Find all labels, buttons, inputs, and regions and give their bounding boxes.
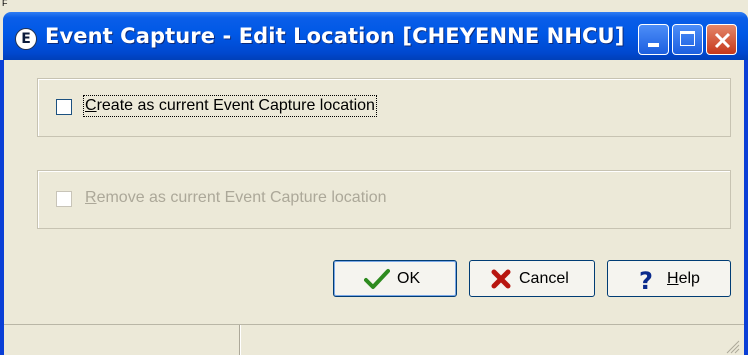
- remove-location-checkbox[interactable]: [56, 191, 72, 207]
- dialog-window: F E Event Capture - Edit Location [CHEYE…: [0, 0, 748, 355]
- remove-accel-key: R: [85, 189, 97, 206]
- create-location-checkbox[interactable]: [56, 99, 72, 115]
- resize-grip-icon[interactable]: [724, 338, 740, 354]
- remove-option-group: Remove as current Event Capture location: [37, 170, 731, 229]
- cancel-label: Cancel: [519, 270, 569, 287]
- status-panel-2: [241, 325, 744, 355]
- question-icon: ?: [639, 268, 653, 292]
- window-title: Event Capture - Edit Location [CHEYENNE …: [45, 24, 625, 48]
- help-button[interactable]: ? Help: [607, 260, 731, 297]
- remove-location-label[interactable]: Remove as current Event Capture location: [85, 189, 387, 207]
- minimize-icon: [648, 43, 659, 47]
- help-label: Help: [667, 270, 700, 287]
- create-option-group: Create as current Event Capture location: [37, 78, 731, 137]
- maximize-icon: [680, 31, 695, 46]
- create-label-text: reate as current Event Capture location: [96, 97, 375, 114]
- cancel-button[interactable]: Cancel: [469, 260, 595, 297]
- remove-label-text: emove as current Event Capture location: [96, 189, 387, 206]
- ok-button[interactable]: OK: [333, 260, 457, 297]
- create-location-label[interactable]: Create as current Event Capture location: [83, 95, 377, 117]
- x-icon: [491, 269, 511, 289]
- svg-text:?: ?: [639, 268, 653, 292]
- close-icon: [714, 32, 731, 49]
- minimize-button[interactable]: [638, 24, 669, 55]
- ok-label: OK: [397, 270, 421, 287]
- status-bar: [4, 324, 744, 355]
- window-left-border: [0, 60, 4, 355]
- checkmark-icon: [364, 269, 390, 289]
- maximize-button[interactable]: [672, 24, 703, 55]
- stray-mark: F: [2, 0, 8, 8]
- app-icon[interactable]: E: [15, 28, 37, 50]
- window-right-border: [744, 60, 748, 355]
- close-button[interactable]: [706, 24, 737, 55]
- title-bar[interactable]: E Event Capture - Edit Location [CHEYENN…: [3, 12, 748, 60]
- status-panel-1: [4, 325, 239, 355]
- create-accel-key: C: [85, 97, 97, 114]
